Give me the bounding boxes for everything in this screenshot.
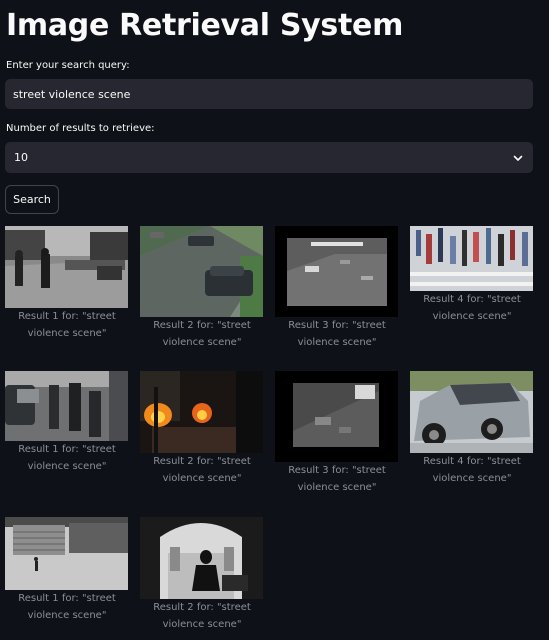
result-image <box>275 371 399 462</box>
result-card: Result 2 for: "street violence scene" <box>140 226 264 351</box>
search-button[interactable]: Search <box>5 185 59 214</box>
result-caption: Result 1 for: "street violence scene" <box>18 311 116 339</box>
result-image <box>410 371 534 453</box>
result-card: Result 1 for: "street violence scene" <box>5 371 129 475</box>
result-caption: Result 4 for: "street violence scene" <box>423 294 521 322</box>
result-image <box>5 226 129 308</box>
result-card: Result 3 for: "street violence scene" <box>275 226 399 351</box>
num-results-select[interactable]: 10 <box>5 142 533 173</box>
result-image <box>275 226 399 317</box>
result-caption: Result 2 for: "street violence scene" <box>153 320 251 348</box>
search-input[interactable] <box>5 79 533 109</box>
num-results-label: Number of results to retrieve: <box>6 123 155 134</box>
result-card: Result 4 for: "street violence scene" <box>410 226 534 325</box>
result-caption: Result 4 for: "street violence scene" <box>423 456 521 484</box>
result-card: Result 4 for: "street violence scene" <box>410 371 534 487</box>
result-caption: Result 3 for: "street violence scene" <box>288 320 386 348</box>
result-card: Result 1 for: "street violence scene" <box>5 226 129 342</box>
search-query-label: Enter your search query: <box>6 60 130 71</box>
result-card: Result 2 for: "street violence scene" <box>140 517 264 633</box>
result-caption: Result 2 for: "street violence scene" <box>153 602 251 630</box>
result-card: Result 3 for: "street violence scene" <box>275 371 399 496</box>
result-caption: Result 3 for: "street violence scene" <box>288 465 386 493</box>
chevron-down-icon <box>513 155 523 161</box>
result-image <box>5 371 129 441</box>
result-caption: Result 2 for: "street violence scene" <box>153 456 251 484</box>
result-card: Result 2 for: "street violence scene" <box>140 371 264 487</box>
page-title: Image Retrieval System <box>6 8 404 43</box>
result-caption: Result 1 for: "street violence scene" <box>18 593 116 621</box>
result-card: Result 1 for: "street violence scene" <box>5 517 129 624</box>
result-image <box>5 517 129 590</box>
result-image <box>410 226 534 291</box>
result-image <box>140 226 264 317</box>
result-image <box>140 371 264 453</box>
result-caption: Result 1 for: "street violence scene" <box>18 444 116 472</box>
num-results-value: 10 <box>14 151 28 164</box>
result-image <box>140 517 264 599</box>
